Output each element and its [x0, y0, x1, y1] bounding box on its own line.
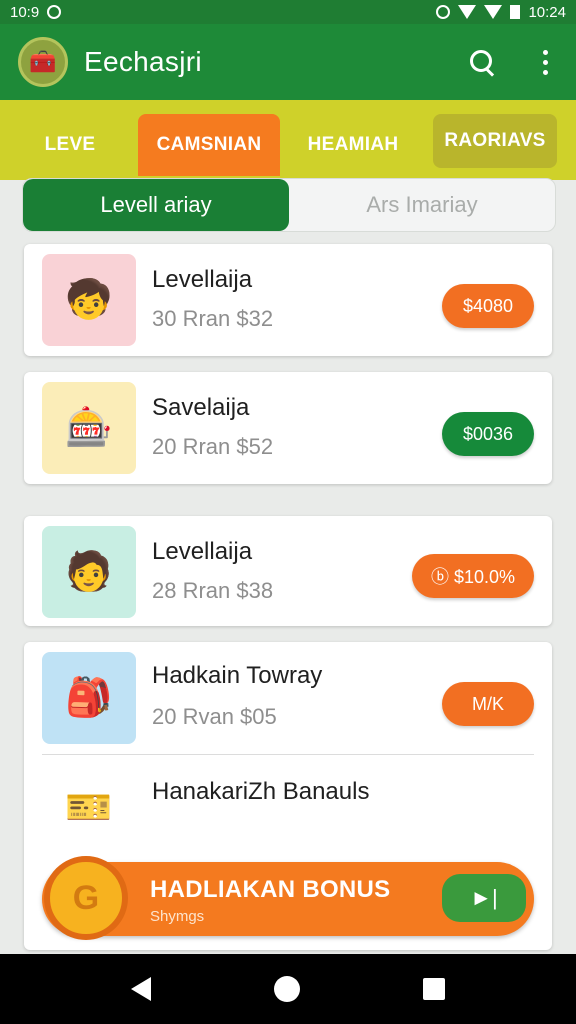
system-nav-bar — [0, 954, 576, 1024]
item-title: Levellaija — [152, 538, 253, 565]
item-action-button[interactable]: ⓑ $10.0% — [412, 554, 534, 598]
segmented-control: Levell ariay Ars Imariay — [22, 178, 556, 232]
item-action-button[interactable]: $4080 — [442, 284, 534, 328]
tab-leve[interactable]: LEVE — [22, 114, 118, 176]
item-title: Hadkain Towray — [152, 662, 323, 689]
back-icon[interactable] — [131, 977, 152, 1001]
app-bar: 🧰 Eechasjri — [0, 24, 576, 100]
item-action-button[interactable]: M/K — [442, 682, 534, 726]
item-thumbnail: 🎒 — [42, 652, 136, 744]
item-subtitle: 30 Rran $32 — [152, 306, 274, 331]
item-subtitle: 20 Rran $52 — [152, 434, 274, 459]
status-time-left: 10:9 — [10, 3, 40, 21]
tab-heamiah[interactable]: HEAMIAH — [290, 114, 416, 176]
coin-icon: G — [44, 856, 128, 940]
tab-bar: LEVE CAMSNIAN HEAMIAH RAORIAVS — [0, 100, 576, 180]
ticket-icon: 🎫 — [65, 787, 113, 829]
list-card: 🧑 Levellaija 28 Rran $38 ⓑ $10.0% — [24, 516, 552, 626]
person-icon: 🧑 — [65, 551, 113, 593]
bonus-title: HADLIAKAN BONUS — [150, 876, 391, 903]
signal-icon — [484, 5, 503, 19]
home-icon[interactable] — [273, 976, 300, 1002]
item-title: Savelaija — [152, 394, 250, 421]
slot-machine-icon: 🎰 — [65, 407, 113, 449]
list-item[interactable]: 🎰 Savelaija 20 Rran $52 $0036 — [24, 372, 552, 484]
item-title: Levellaija — [152, 266, 253, 293]
item-title: HanakariZh Banauls — [152, 778, 370, 805]
recent-apps-icon[interactable] — [422, 978, 445, 1000]
search-icon[interactable] — [469, 49, 495, 75]
segment-ars-imariay[interactable]: Ars Imariay — [289, 179, 555, 231]
item-thumbnail: 🧑 — [42, 526, 136, 618]
tab-camsnian[interactable]: CAMSNIAN — [138, 114, 280, 176]
status-time-right: 10:24 — [528, 3, 566, 21]
notification-icon — [47, 5, 62, 19]
list-card: 🧒 Levellaija 30 Rran $32 $4080 — [24, 244, 552, 356]
bonus-play-button[interactable]: ►| — [442, 874, 526, 922]
list-card: 🎰 Savelaija 20 Rran $52 $0036 — [24, 372, 552, 484]
alarm-icon — [436, 5, 451, 19]
battery-icon — [510, 5, 521, 19]
list-item[interactable]: 🎫 HanakariZh Banauls — [24, 758, 552, 848]
kid-icon: 🧒 — [65, 279, 113, 321]
item-thumbnail: 🎫 — [42, 762, 136, 854]
segment-levell-ariay[interactable]: Levell ariay — [23, 179, 289, 231]
item-thumbnail: 🧒 — [42, 254, 136, 346]
backpack-icon: 🎒 — [65, 677, 113, 719]
item-subtitle: 28 Rran $38 — [152, 578, 274, 603]
divider — [42, 754, 534, 755]
list-item[interactable]: 🧑 Levellaija 28 Rran $38 ⓑ $10.0% — [24, 516, 552, 628]
item-action-button[interactable]: $0036 — [442, 412, 534, 456]
item-thumbnail: 🎰 — [42, 382, 136, 474]
list-item[interactable]: 🎒 Hadkain Towray 20 Rvan $05 M/K — [24, 642, 552, 754]
app-title: Eechasjri — [84, 46, 202, 77]
tab-raoriavs[interactable]: RAORIAVS — [433, 114, 557, 168]
status-bar: 10:9 10:24 — [0, 0, 576, 24]
app-logo-icon: 🧰 — [18, 37, 68, 87]
wifi-icon — [458, 5, 477, 19]
bonus-banner[interactable]: G HADLIAKAN BONUS Shymgs ►| — [42, 856, 534, 940]
list-item[interactable]: 🧒 Levellaija 30 Rran $32 $4080 — [24, 244, 552, 356]
item-subtitle: 20 Rvan $05 — [152, 704, 277, 729]
bonus-subtitle: Shymgs — [150, 908, 205, 925]
more-options-icon[interactable] — [539, 49, 552, 75]
